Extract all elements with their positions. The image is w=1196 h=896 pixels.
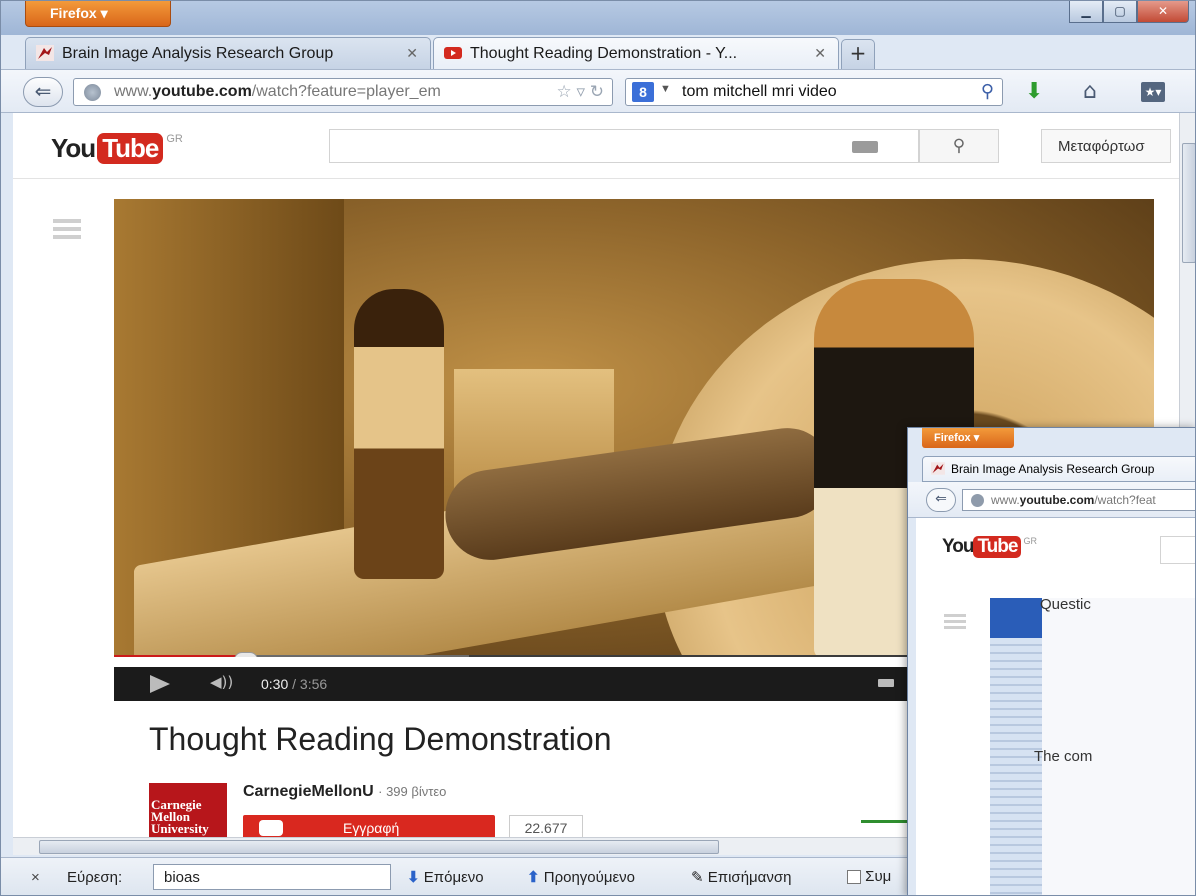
globe-icon <box>971 494 984 507</box>
youtube-favicon-icon <box>444 47 462 59</box>
google-search-engine-icon[interactable]: 8 <box>632 82 654 102</box>
video-title: Thought Reading Demonstration <box>149 721 612 757</box>
youtube-play-icon <box>259 820 283 836</box>
channel-name[interactable]: CarnegieMellonU <box>243 783 374 800</box>
youtube-search-button[interactable]: ⚲ <box>919 129 999 163</box>
navigation-toolbar: ⇐ www.youtube.com/watch?feature=player_e… <box>1 69 1195 113</box>
close-window-button[interactable]: ✕ <box>1137 1 1189 23</box>
search-icon: ⚲ <box>952 136 966 156</box>
second-firefox-window[interactable]: Firefox ▾ Brain Image Analysis Research … <box>907 427 1195 895</box>
play-icon[interactable] <box>150 675 170 693</box>
channel-avatar[interactable]: Carnegie Mellon University <box>149 783 227 837</box>
find-label: Εύρεση: <box>67 869 123 886</box>
video-text-question: Questic <box>1040 596 1091 613</box>
find-input[interactable]: bioas <box>153 864 391 890</box>
video-time: 0:30 / 3:56 <box>261 676 328 692</box>
tab-brain-image-analysis[interactable]: Brain Image Analysis Research Group <box>922 456 1195 482</box>
find-next-button[interactable]: ⬇ Επόμενο <box>407 868 484 886</box>
match-case-checkbox[interactable]: Συμ <box>847 868 891 885</box>
tab-thought-reading-demo[interactable]: Thought Reading Demonstration - Y... ✕ <box>433 37 839 69</box>
maximize-button[interactable]: ▢ <box>1103 1 1137 23</box>
search-icon[interactable]: ⚲ <box>981 81 994 102</box>
bookmarks-menu-icon[interactable]: ★▾ <box>1141 82 1165 102</box>
channel-info: CarnegieMellonU · 399 βίντεο <box>243 783 446 801</box>
url-path: /watch?feature=player_em <box>251 83 441 100</box>
window-controls: ▁ ▢ ✕ <box>1069 1 1189 23</box>
bookmark-star-icon[interactable]: ☆ ▿ ↻ <box>557 82 604 102</box>
guide-menu-icon[interactable] <box>53 219 81 243</box>
upload-button[interactable]: Μεταφόρτωσ <box>1041 129 1171 163</box>
page-content: You Tube GR Questic The com <box>916 518 1195 895</box>
home-icon[interactable]: ⌂ <box>1083 79 1097 104</box>
search-query: tom mitchell mri video <box>682 83 837 100</box>
url-prefix: www. <box>114 83 153 100</box>
find-previous-button[interactable]: ⬆ Προηγούμενο <box>527 868 635 886</box>
url-bar[interactable]: www.youtube.com/watch?feat <box>962 489 1195 511</box>
griffin-favicon-icon <box>36 45 54 61</box>
tab-label: Thought Reading Demonstration - Y... <box>470 45 738 62</box>
navigation-toolbar: ⇐ www.youtube.com/watch?feat <box>908 482 1195 518</box>
pencil-icon: ✎ <box>691 869 704 886</box>
video-count[interactable]: · 399 βίντεο <box>378 784 446 799</box>
back-arrow-icon[interactable]: ⇐ <box>926 488 956 512</box>
region-code: GR <box>166 133 183 145</box>
youtube-logo[interactable]: You Tube GR <box>942 536 1037 558</box>
griffin-favicon-icon <box>931 462 945 475</box>
youtube-search-input[interactable] <box>1160 536 1195 564</box>
subscribe-button[interactable]: Εγγραφή <box>243 815 495 837</box>
youtube-header: You Tube GR ⚲ Μεταφόρτωσ <box>13 113 1179 179</box>
video-scrubber-handle[interactable] <box>234 652 258 657</box>
url-domain: youtube.com <box>152 83 252 100</box>
scrollbar-thumb[interactable] <box>1182 143 1195 263</box>
video-text-the: The com <box>1034 748 1093 765</box>
firefox-menu-button[interactable]: Firefox ▾ <box>922 428 1014 448</box>
chevron-down-icon[interactable]: ▼ <box>660 83 671 95</box>
tab-label: Brain Image Analysis Research Group <box>62 45 334 62</box>
download-arrow-icon[interactable]: ⬇ <box>1025 79 1043 104</box>
url-bar[interactable]: www.youtube.com/watch?feature=player_em … <box>73 78 613 106</box>
guide-menu-icon[interactable] <box>944 614 966 632</box>
video-played-bar <box>114 655 246 657</box>
subscriber-count: 22.677 <box>509 815 583 837</box>
globe-icon <box>84 84 101 101</box>
minimize-button[interactable]: ▁ <box>1069 1 1103 23</box>
video-player[interactable] <box>990 598 1195 895</box>
back-arrow-icon[interactable]: ⇐ <box>23 77 63 107</box>
volume-icon[interactable]: ◀)) <box>210 673 233 691</box>
firefox-menu-button[interactable]: Firefox ▾ <box>25 1 171 27</box>
close-tab-icon[interactable]: ✕ <box>814 45 826 62</box>
keyboard-icon[interactable] <box>852 141 878 153</box>
arrow-down-icon: ⬇ <box>407 869 420 886</box>
scrollbar-thumb[interactable] <box>39 840 719 854</box>
new-tab-button[interactable]: + <box>841 39 875 69</box>
youtube-search-input[interactable] <box>329 129 919 163</box>
tab-brain-image-analysis[interactable]: Brain Image Analysis Research Group ✕ <box>25 37 431 69</box>
youtube-logo[interactable]: You Tube GR <box>51 133 183 164</box>
arrow-up-icon: ⬆ <box>527 869 540 886</box>
firefox-window: Firefox ▾ ▁ ▢ ✕ Brain Image Analysis Res… <box>0 0 1196 896</box>
title-bar: Firefox ▾ ▁ ▢ ✕ <box>1 1 1195 35</box>
tab-strip: Brain Image Analysis Research Group ✕ Th… <box>25 37 875 69</box>
search-bar[interactable]: 8 ▼ tom mitchell mri video ⚲ <box>625 78 1003 106</box>
highlight-all-button[interactable]: ✎ Επισήμανση <box>691 868 791 886</box>
captions-icon[interactable] <box>878 679 894 687</box>
close-tab-icon[interactable]: ✕ <box>406 45 418 62</box>
close-find-bar-icon[interactable]: × <box>31 869 40 886</box>
